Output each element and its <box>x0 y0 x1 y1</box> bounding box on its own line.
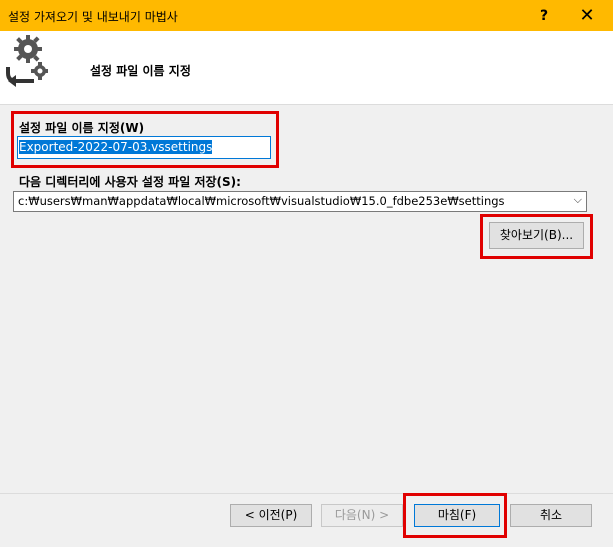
directory-value: c:₩users₩man₩appdata₩local₩microsoft₩vis… <box>18 194 505 208</box>
browse-button[interactable]: 찾아보기(B)... <box>489 222 584 249</box>
window-title: 설정 가져오기 및 내보내기 마법사 <box>8 10 178 24</box>
chevron-down-icon[interactable]: ⌵ <box>574 193 582 207</box>
gears-export-icon <box>6 35 48 87</box>
previous-button[interactable]: < 이전(P) <box>230 504 312 527</box>
next-button[interactable]: 다음(N) > <box>321 504 403 527</box>
file-name-label: 설정 파일 이름 지정(W) <box>19 121 145 135</box>
file-name-value: Exported-2022-07-03.vssettings <box>19 140 213 154</box>
wizard-header: 설정 파일 이름 지정 <box>0 31 613 105</box>
help-button[interactable]: ? <box>532 6 556 26</box>
file-name-input[interactable]: Exported-2022-07-03.vssettings <box>17 136 271 159</box>
directory-label: 다음 디렉터리에 사용자 설정 파일 저장(S): <box>19 175 241 189</box>
directory-combobox[interactable]: c:₩users₩man₩appdata₩local₩microsoft₩vis… <box>13 191 587 212</box>
title-bar: 설정 가져오기 및 내보내기 마법사 ? ✕ <box>0 0 613 31</box>
cancel-button[interactable]: 취소 <box>510 504 592 527</box>
finish-button[interactable]: 마침(F) <box>414 504 500 527</box>
footer-divider <box>0 493 613 494</box>
page-title: 설정 파일 이름 지정 <box>90 64 191 78</box>
close-button[interactable]: ✕ <box>574 4 600 28</box>
